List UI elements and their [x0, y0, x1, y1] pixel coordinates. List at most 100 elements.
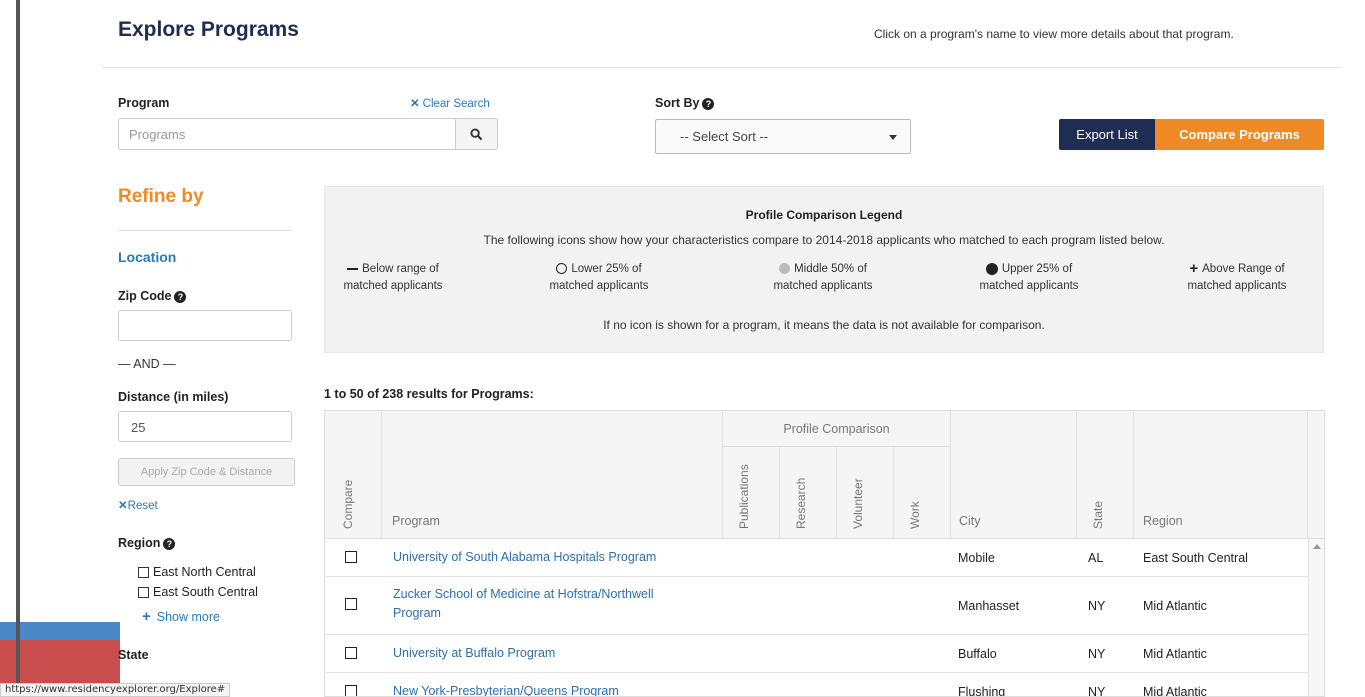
caret-down-icon: [889, 135, 897, 140]
region-text: Region: [118, 536, 161, 550]
compare-checkbox[interactable]: [345, 598, 357, 610]
show-more-link[interactable]: + Show more: [142, 608, 220, 625]
scroll-up-icon[interactable]: [1313, 544, 1321, 549]
column-header-state[interactable]: State: [1077, 411, 1134, 539]
region-cell: Mid Atlantic: [1143, 647, 1207, 661]
legend-item-line1: Middle 50% of: [794, 263, 867, 275]
program-link-line2[interactable]: Program: [393, 606, 441, 620]
export-list-button[interactable]: Export List: [1059, 119, 1155, 150]
legend-item-line1: Below range of: [362, 263, 439, 275]
sort-value: -- Select Sort --: [680, 129, 769, 144]
sort-select[interactable]: -- Select Sort --: [655, 119, 911, 154]
legend-item-above: + Above Range of matched applicants: [1157, 261, 1317, 295]
table-row: University at Buffalo Program Buffalo NY…: [325, 635, 1308, 673]
gray-circle-icon: [779, 263, 791, 275]
sort-by-text: Sort By: [655, 96, 700, 110]
program-label: Program: [118, 96, 170, 110]
city-cell: Buffalo: [958, 647, 997, 661]
legend-item-upper: Upper 25% of matched applicants: [949, 261, 1109, 295]
apply-zip-distance-button[interactable]: Apply Zip Code & Distance: [118, 458, 295, 486]
clear-search-link[interactable]: ✕ Clear Search: [410, 96, 490, 110]
close-icon: ✕: [410, 98, 420, 110]
close-icon: ✕: [118, 500, 128, 512]
reset-label: Reset: [127, 500, 158, 512]
legend-item-below: Below range of matched applicants: [313, 261, 473, 295]
search-icon: [470, 127, 483, 140]
header-divider: [102, 67, 1340, 68]
open-circle-icon: [556, 263, 568, 275]
column-header-publications: Publications: [723, 447, 780, 539]
location-title: Location: [118, 249, 177, 265]
legend-title: Profile Comparison Legend: [745, 208, 903, 222]
checkbox[interactable]: [138, 586, 149, 598]
zip-code-label: Zip Code?: [118, 289, 187, 303]
distance-input[interactable]: 25: [118, 411, 292, 442]
help-icon[interactable]: ?: [163, 537, 176, 550]
program-link-line1[interactable]: Zucker School of Medicine at Hofstra/Nor…: [393, 587, 654, 601]
legend-item-line1: Upper 25% of: [1001, 263, 1073, 275]
header-program-text: Program: [392, 514, 440, 528]
region-label: Region?: [118, 536, 176, 550]
help-icon[interactable]: ?: [702, 97, 715, 110]
distance-label: Distance (in miles): [118, 390, 229, 404]
table-row: University of South Alabama Hospitals Pr…: [325, 539, 1308, 577]
program-search-button[interactable]: [455, 118, 498, 150]
header-region-text: Region: [1143, 514, 1183, 528]
header-state-text: State: [1091, 500, 1105, 529]
scrollbar-header-spacer: [1308, 411, 1324, 539]
program-link[interactable]: Zucker School of Medicine at Hofstra/Nor…: [393, 585, 654, 623]
city-cell: Flushing: [958, 685, 1006, 697]
refine-title: Refine by: [118, 186, 204, 207]
program-search-input[interactable]: Programs: [118, 118, 456, 150]
sort-by-label: Sort By?: [655, 96, 715, 110]
region-checkbox-east-south-central[interactable]: East South Central: [138, 585, 258, 599]
region-option-label: East North Central: [153, 565, 256, 579]
legend-item-line1: Above Range of: [1202, 263, 1285, 275]
city-cell: Mobile: [958, 551, 995, 565]
dash-icon: [347, 267, 359, 270]
legend-item-line2: matched applicants: [549, 280, 649, 292]
header-city-text: City: [959, 514, 981, 528]
region-cell: Mid Atlantic: [1143, 599, 1207, 613]
column-header-work: Work: [894, 447, 951, 539]
compare-checkbox[interactable]: [345, 685, 357, 696]
page-hint: Click on a program's name to view more d…: [874, 27, 1234, 41]
column-header-city[interactable]: City: [951, 411, 1077, 539]
clear-search-label: Clear Search: [422, 98, 490, 110]
region-cell: East South Central: [1143, 551, 1248, 565]
results-table: Compare Program Profile Comparison Publi…: [324, 410, 1325, 697]
program-link[interactable]: University of South Alabama Hospitals Pr…: [393, 548, 656, 567]
table-scrollbar[interactable]: [1308, 539, 1324, 696]
reset-link[interactable]: ✕Reset: [118, 498, 158, 512]
compare-checkbox[interactable]: [345, 551, 357, 563]
state-cell: NY: [1088, 685, 1106, 697]
legend-description: The following icons show how your charac…: [483, 233, 1165, 247]
compare-checkbox[interactable]: [345, 647, 357, 659]
column-header-region[interactable]: Region: [1134, 411, 1308, 539]
status-bar-url: https://www.residencyexplorer.org/Explor…: [0, 683, 231, 697]
state-cell: NY: [1088, 599, 1106, 613]
results-summary: 1 to 50 of 238 results for Programs:: [324, 387, 534, 401]
help-icon[interactable]: ?: [174, 290, 187, 303]
column-header-compare: Compare: [325, 411, 382, 539]
region-cell: Mid Atlantic: [1143, 685, 1207, 697]
zip-code-input[interactable]: [118, 310, 292, 341]
plus-icon: +: [142, 608, 151, 625]
header-volunteer-text: Volunteer: [851, 478, 865, 529]
zip-code-text: Zip Code: [118, 289, 172, 303]
state-label: State: [118, 648, 149, 662]
program-link[interactable]: New York-Presbyterian/Queens Program: [393, 682, 619, 696]
city-cell: Manhasset: [958, 599, 1020, 613]
and-separator: — AND —: [118, 357, 176, 371]
region-checkbox-east-north-central[interactable]: East North Central: [138, 565, 256, 579]
checkbox[interactable]: [138, 566, 149, 578]
legend-item-line2: matched applicants: [343, 280, 443, 292]
legend-item-line1: Lower 25% of: [571, 263, 642, 275]
state-cell: AL: [1088, 551, 1104, 565]
program-link[interactable]: University at Buffalo Program: [393, 644, 555, 663]
legend-item-line2: matched applicants: [1187, 280, 1287, 292]
page-title: Explore Programs: [118, 18, 299, 41]
column-header-program[interactable]: Program: [382, 411, 723, 539]
compare-programs-button[interactable]: Compare Programs: [1155, 119, 1324, 150]
legend-item-line2: matched applicants: [979, 280, 1079, 292]
